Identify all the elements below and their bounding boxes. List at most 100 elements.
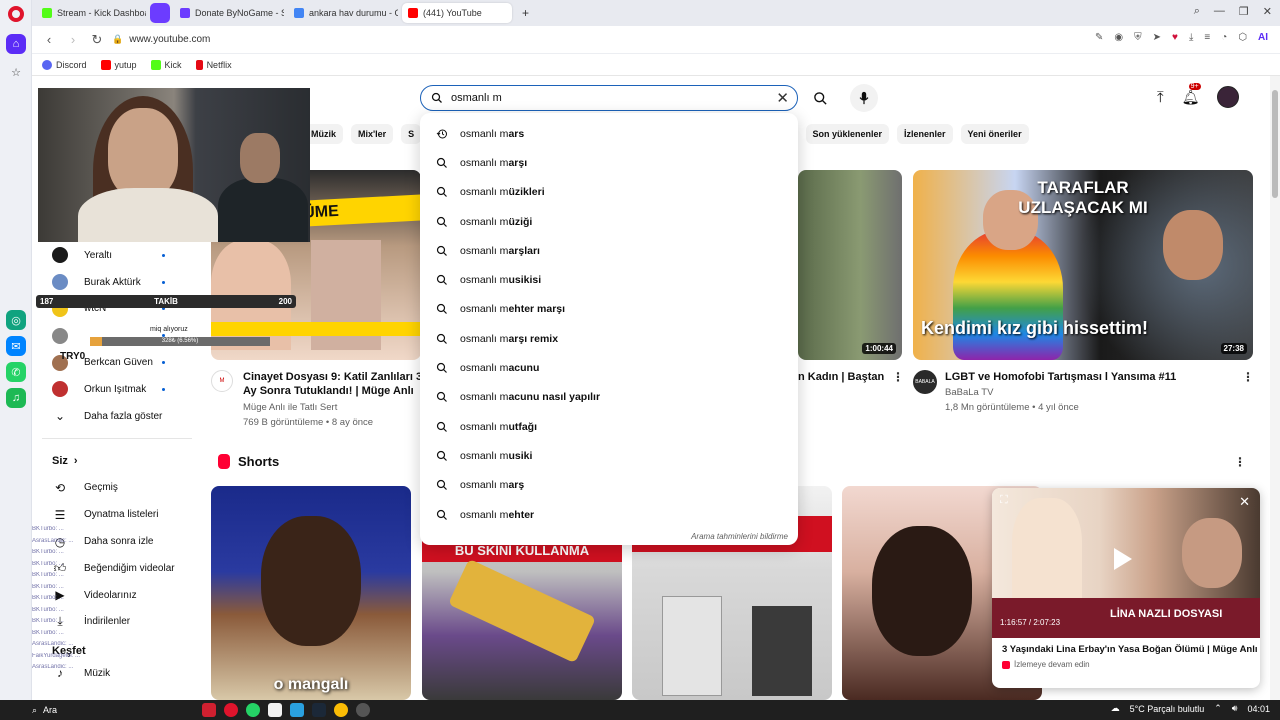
star-icon[interactable]: ☆ — [6, 62, 26, 82]
miniplayer[interactable]: LİNA NAZLI DOSYASI 1:16:57 / 2:07:23 ⛶ ✕… — [992, 488, 1260, 688]
video-thumbnail[interactable]: TARAFLAR UZLAŞACAK MI Kendimi kız gibi hi… — [913, 170, 1253, 360]
video-title[interactable]: LGBT ve Homofobi Tartışması l Yansıma #1… — [945, 370, 1176, 384]
search-suggestion[interactable]: osmanlı m usikisi — [420, 265, 798, 294]
miniplayer-video[interactable]: LİNA NAZLI DOSYASI 1:16:57 / 2:07:23 ⛶ ✕ — [992, 488, 1260, 638]
steam-icon[interactable] — [312, 703, 326, 717]
messenger-icon[interactable]: ✉ — [6, 336, 26, 356]
chip-izlenenler[interactable]: İzlenenler — [897, 124, 953, 144]
chip-mixler[interactable]: Mix'ler — [351, 124, 394, 144]
back-icon[interactable]: ‹ — [40, 32, 58, 47]
maximize-icon[interactable]: ❐ — [1239, 5, 1249, 18]
heart-icon[interactable]: ♥ — [1172, 32, 1178, 43]
new-tab-button[interactable]: + — [516, 3, 535, 23]
spotify-icon[interactable]: ♫ — [6, 388, 26, 408]
volume-icon[interactable]: 🔊︎ — [1232, 703, 1238, 714]
you-section-header[interactable]: Siz › — [32, 447, 202, 475]
taskbar-search[interactable]: ⌕ Ara — [32, 705, 162, 716]
search-suggestion[interactable]: osmanlı m üzikleri — [420, 178, 798, 207]
expand-icon[interactable]: ⛶ — [1000, 494, 1008, 507]
aria-ai-button[interactable]: AI — [1258, 32, 1268, 43]
obs-icon[interactable] — [356, 703, 370, 717]
sidebar-item-history[interactable]: ⟲ Geçmiş — [32, 475, 202, 502]
edit-icon[interactable]: ✎ — [1095, 32, 1103, 43]
search-input[interactable]: osmanlı m — [451, 92, 776, 104]
more-options-icon[interactable]: ⋮ — [1242, 370, 1254, 384]
video-title[interactable]: Cinayet Dosyası 9: Katil Zanlıları 3 Ay … — [243, 370, 423, 398]
chat-icon[interactable] — [290, 703, 304, 717]
scrollbar-thumb[interactable] — [1272, 90, 1278, 198]
more-options-icon[interactable]: ⋮ — [892, 370, 904, 384]
search-suggestion[interactable]: osmanlı m ehter — [420, 500, 798, 529]
forward-icon[interactable]: › — [64, 32, 82, 47]
search-suggestion[interactable]: osmanlı m arş — [420, 471, 798, 500]
whatsapp-icon[interactable] — [246, 703, 260, 717]
bookmark-yutup[interactable]: yutup — [100, 59, 137, 70]
weather-icon[interactable]: ☁ — [1111, 703, 1120, 714]
search-suggestion[interactable]: osmanlı m utfağı — [420, 412, 798, 441]
sidebar-subscription[interactable]: Berkcan Güven — [32, 349, 202, 376]
download-icon[interactable]: ⤓ — [1189, 32, 1193, 43]
bookmark-netflix[interactable]: Netflix — [195, 59, 232, 70]
close-icon[interactable]: ✕ — [1239, 494, 1250, 510]
search-suggestion[interactable]: osmanlı m arşları — [420, 236, 798, 265]
search-box[interactable]: osmanlı m ✕ — [420, 85, 798, 111]
menu-icon[interactable]: ≡ — [1204, 32, 1210, 43]
tray-up-icon[interactable]: ⌃ — [1214, 703, 1222, 714]
account-icon[interactable]: ◔ — [1221, 32, 1227, 43]
camera-icon[interactable]: ◉ — [1114, 32, 1123, 43]
extensions-icon[interactable]: ⬡ — [1238, 32, 1247, 43]
channel-avatar[interactable]: BABALA — [913, 370, 937, 394]
voice-search-button[interactable] — [850, 84, 878, 112]
channel-avatar[interactable]: M — [211, 370, 233, 392]
file-icon[interactable] — [268, 703, 282, 717]
tab-bynogame[interactable]: Donate ByNoGame - Stre — [174, 3, 284, 23]
search-suggestion[interactable]: osmanlı m acunu nasıl yapılır — [420, 383, 798, 412]
close-window-icon[interactable]: ✕ — [1263, 5, 1272, 18]
bookmark-discord[interactable]: Discord — [42, 59, 87, 70]
search-suggestion[interactable]: osmanlı m üziği — [420, 207, 798, 236]
sidebar-subscription[interactable]: Burak Aktürk — [32, 269, 202, 296]
tab-pinned-1[interactable] — [150, 3, 170, 23]
send-icon[interactable]: ➤ — [1153, 32, 1161, 43]
opera-gx-icon[interactable] — [202, 703, 216, 717]
workspace-icon[interactable]: ⌂ — [6, 34, 26, 54]
search-suggestion[interactable]: osmanlı m usiki — [420, 441, 798, 470]
search-suggestion[interactable]: osmanlı m arşı — [420, 148, 798, 177]
time-text[interactable]: 04:01 — [1247, 704, 1270, 714]
opera-icon[interactable] — [224, 703, 238, 717]
video-thumbnail[interactable]: 1:00:44 — [798, 170, 902, 360]
page-scrollbar[interactable] — [1270, 76, 1280, 700]
reload-icon[interactable]: ↻ — [88, 32, 106, 48]
notifications-button[interactable]: 🔔︎ 9+ — [1182, 82, 1201, 106]
video-title[interactable]: n Kadın | Baştan — [798, 370, 884, 384]
url-field[interactable]: www.youtube.com — [129, 34, 210, 45]
clear-search-icon[interactable]: ✕ — [776, 89, 789, 107]
short-card[interactable]: o mangalı — [211, 486, 411, 700]
shield-icon[interactable]: ⛨ — [1134, 32, 1142, 43]
video-channel[interactable]: Müge Anlı ile Tatlı Sert — [243, 400, 337, 415]
sidebar-subscription[interactable]: Yeraltı — [32, 242, 202, 269]
search-suggestion[interactable]: osmanlı m ars — [420, 119, 798, 148]
search-button[interactable] — [806, 85, 834, 111]
search-suggestion[interactable]: osmanlı m arşı remix — [420, 324, 798, 353]
whatsapp-icon[interactable]: ✆ — [6, 362, 26, 382]
search-tabs-icon[interactable]: ⌕ — [1194, 5, 1200, 18]
play-icon[interactable] — [1114, 548, 1132, 570]
chrome-icon[interactable] — [334, 703, 348, 717]
miniplayer-title[interactable]: 3 Yaşındaki Lina Erbay'ın Yasa Boğan Ölü… — [1002, 644, 1260, 655]
chatgpt-icon[interactable]: ◎ — [6, 310, 26, 330]
sidebar-subscription[interactable]: Orkun Işıtmak — [32, 376, 202, 403]
video-card[interactable]: 1:00:44 n Kadın | Baştan — [798, 170, 902, 383]
bookmark-kick[interactable]: Kick — [150, 59, 182, 70]
minimize-icon[interactable]: — — [1214, 5, 1225, 18]
report-predictions-link[interactable]: Arama tahminlerini bildirme — [691, 532, 788, 541]
chip-son-yuklenenler[interactable]: Son yüklenenler — [805, 124, 890, 144]
show-more-button[interactable]: ⌄ Daha fazla göster — [32, 403, 202, 430]
tab-youtube[interactable]: (441) YouTube — [402, 3, 512, 23]
video-channel[interactable]: BaBaLa TV — [945, 385, 993, 400]
upload-icon[interactable]: ⤒ — [1157, 89, 1164, 106]
search-suggestion[interactable]: osmanlı m acunu — [420, 353, 798, 382]
search-suggestion[interactable]: osmanlı m ehter marşı — [420, 295, 798, 324]
video-card[interactable]: TARAFLAR UZLAŞACAK MI Kendimi kız gibi hi… — [913, 170, 1253, 413]
weather-text[interactable]: 5°C Parçalı bulutlu — [1130, 704, 1205, 714]
